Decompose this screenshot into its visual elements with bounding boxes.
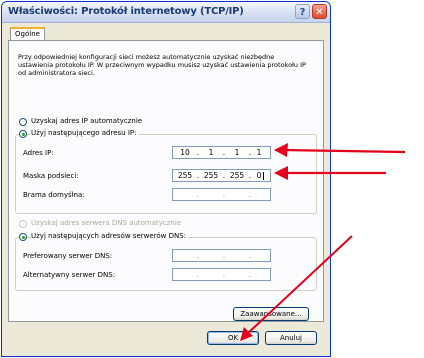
arrow-to-ip-address: [274, 143, 406, 157]
annotation-overlay: [240, 143, 406, 341]
arrow-to-ok-button: [240, 235, 353, 341]
arrow-to-subnet-mask: [274, 166, 386, 180]
